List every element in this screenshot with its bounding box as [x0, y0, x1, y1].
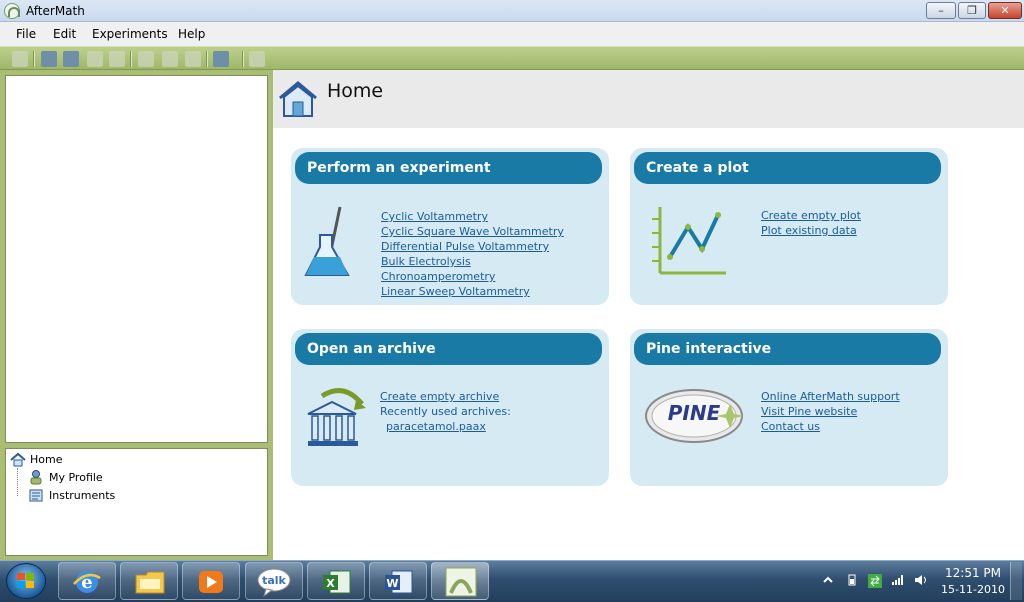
link-recent-archive[interactable]: paracetamol.paax [386, 420, 486, 433]
instrument-dropdown-icon[interactable] [213, 51, 229, 67]
tree-connector [17, 468, 18, 496]
link-bulk-electrolysis[interactable]: Bulk Electrolysis [381, 255, 471, 268]
folder-icon [135, 571, 165, 594]
line-chart-icon [652, 207, 726, 275]
aftermath-taskbar-icon [445, 567, 477, 597]
windows-flag-icon [17, 573, 34, 588]
network-signal-icon[interactable] [892, 574, 904, 586]
link-online-aftermath-support[interactable]: Online AfterMath support [761, 390, 900, 403]
recent-archives-label: Recently used archives: [380, 405, 511, 418]
page-header [273, 70, 1024, 128]
svg-text:X: X [326, 577, 335, 590]
menu-help[interactable]: Help [178, 27, 205, 41]
menu-file[interactable]: File [16, 27, 36, 41]
clock-time[interactable]: 12:51 PM [940, 566, 1006, 580]
taskbar-media-player[interactable] [182, 562, 240, 600]
link-contact-us[interactable]: Contact us [761, 420, 820, 433]
maximize-button[interactable]: ❐ [958, 2, 986, 19]
toolbar-separator [242, 51, 244, 67]
open-icon[interactable] [63, 51, 79, 67]
taskbar-google-talk[interactable]: talk [245, 562, 303, 600]
cut-icon[interactable] [138, 51, 154, 67]
menu-edit[interactable]: Edit [53, 27, 76, 41]
internet-explorer-icon: e [73, 571, 101, 593]
volume-icon[interactable] [914, 574, 928, 586]
instruments-icon [29, 489, 43, 502]
plot-card-title: Create a plot [634, 152, 941, 184]
back-icon[interactable] [12, 51, 28, 67]
word-icon: W [385, 570, 413, 594]
home-icon[interactable] [41, 51, 57, 67]
flask-icon [304, 206, 350, 276]
link-differential-pulse-voltammetry[interactable]: Differential Pulse Voltammetry [381, 240, 549, 253]
left-preview-pane [5, 75, 268, 443]
svg-text:talk: talk [262, 574, 286, 587]
link-cyclic-square-wave-voltammetry[interactable]: Cyclic Square Wave Voltammetry [381, 225, 564, 238]
tree-item-home[interactable]: Home [30, 453, 62, 466]
link-create-empty-archive[interactable]: Create empty archive [380, 390, 499, 403]
link-chronoamperometry[interactable]: Chronoamperometry [381, 270, 495, 283]
clock-date[interactable]: 15-11-2010 [940, 583, 1006, 596]
google-talk-icon: talk [257, 568, 291, 597]
toolbar-separator [130, 51, 132, 67]
window-title: AfterMath [26, 4, 85, 18]
close-button[interactable]: ✕ [988, 2, 1022, 19]
window-title-bar: AfterMath [0, 0, 1024, 22]
link-linear-sweep-voltammetry[interactable]: Linear Sweep Voltammetry [381, 285, 530, 298]
show-hidden-icons-icon[interactable] [822, 574, 834, 586]
taskbar-internet-explorer[interactable]: e [58, 562, 116, 600]
minimize-button[interactable]: – [926, 2, 956, 19]
aftermath-app-icon [4, 3, 20, 19]
profile-icon [30, 470, 42, 485]
toolbar [0, 46, 1024, 70]
paste-icon[interactable] [185, 51, 201, 67]
page-title: Home [327, 80, 384, 102]
link-visit-pine-website[interactable]: Visit Pine website [761, 405, 857, 418]
excel-icon: X [323, 570, 351, 594]
svg-text:W: W [386, 577, 398, 590]
main-content [273, 70, 1024, 560]
link-plot-existing-data[interactable]: Plot existing data [761, 224, 857, 237]
copy-icon[interactable] [162, 51, 178, 67]
tree-item-my-profile[interactable]: My Profile [49, 471, 103, 484]
link-create-empty-plot[interactable]: Create empty plot [761, 209, 861, 222]
pine-logo: PINE [645, 389, 744, 443]
sync-icon[interactable] [868, 574, 882, 588]
taskbar-word[interactable]: W [369, 562, 427, 600]
home-tree-icon [10, 452, 26, 467]
toolbar-separator [33, 51, 35, 67]
menu-experiments[interactable]: Experiments [92, 27, 168, 41]
archive-card-title: Open an archive [295, 333, 602, 365]
settings-icon[interactable] [249, 51, 265, 67]
taskbar-excel[interactable]: X [307, 562, 365, 600]
toolbar-separator [206, 51, 208, 67]
battery-icon[interactable] [846, 574, 858, 586]
save-icon[interactable] [87, 51, 103, 67]
svg-text:PINE: PINE [668, 401, 721, 425]
media-player-icon [199, 571, 223, 593]
menu-bar: File Edit Experiments Help [0, 22, 1024, 46]
taskbar-aftermath[interactable] [431, 562, 489, 600]
archive-icon [307, 388, 366, 446]
pine-card-title: Pine interactive [634, 333, 941, 365]
show-desktop-button[interactable] [1010, 562, 1022, 600]
link-cyclic-voltammetry[interactable]: Cyclic Voltammetry [381, 210, 488, 223]
print-icon[interactable] [109, 51, 125, 67]
experiment-card-title: Perform an experiment [295, 152, 602, 184]
home-page-icon [279, 81, 317, 117]
tree-item-instruments[interactable]: Instruments [49, 489, 115, 502]
taskbar-explorer[interactable] [120, 562, 178, 600]
